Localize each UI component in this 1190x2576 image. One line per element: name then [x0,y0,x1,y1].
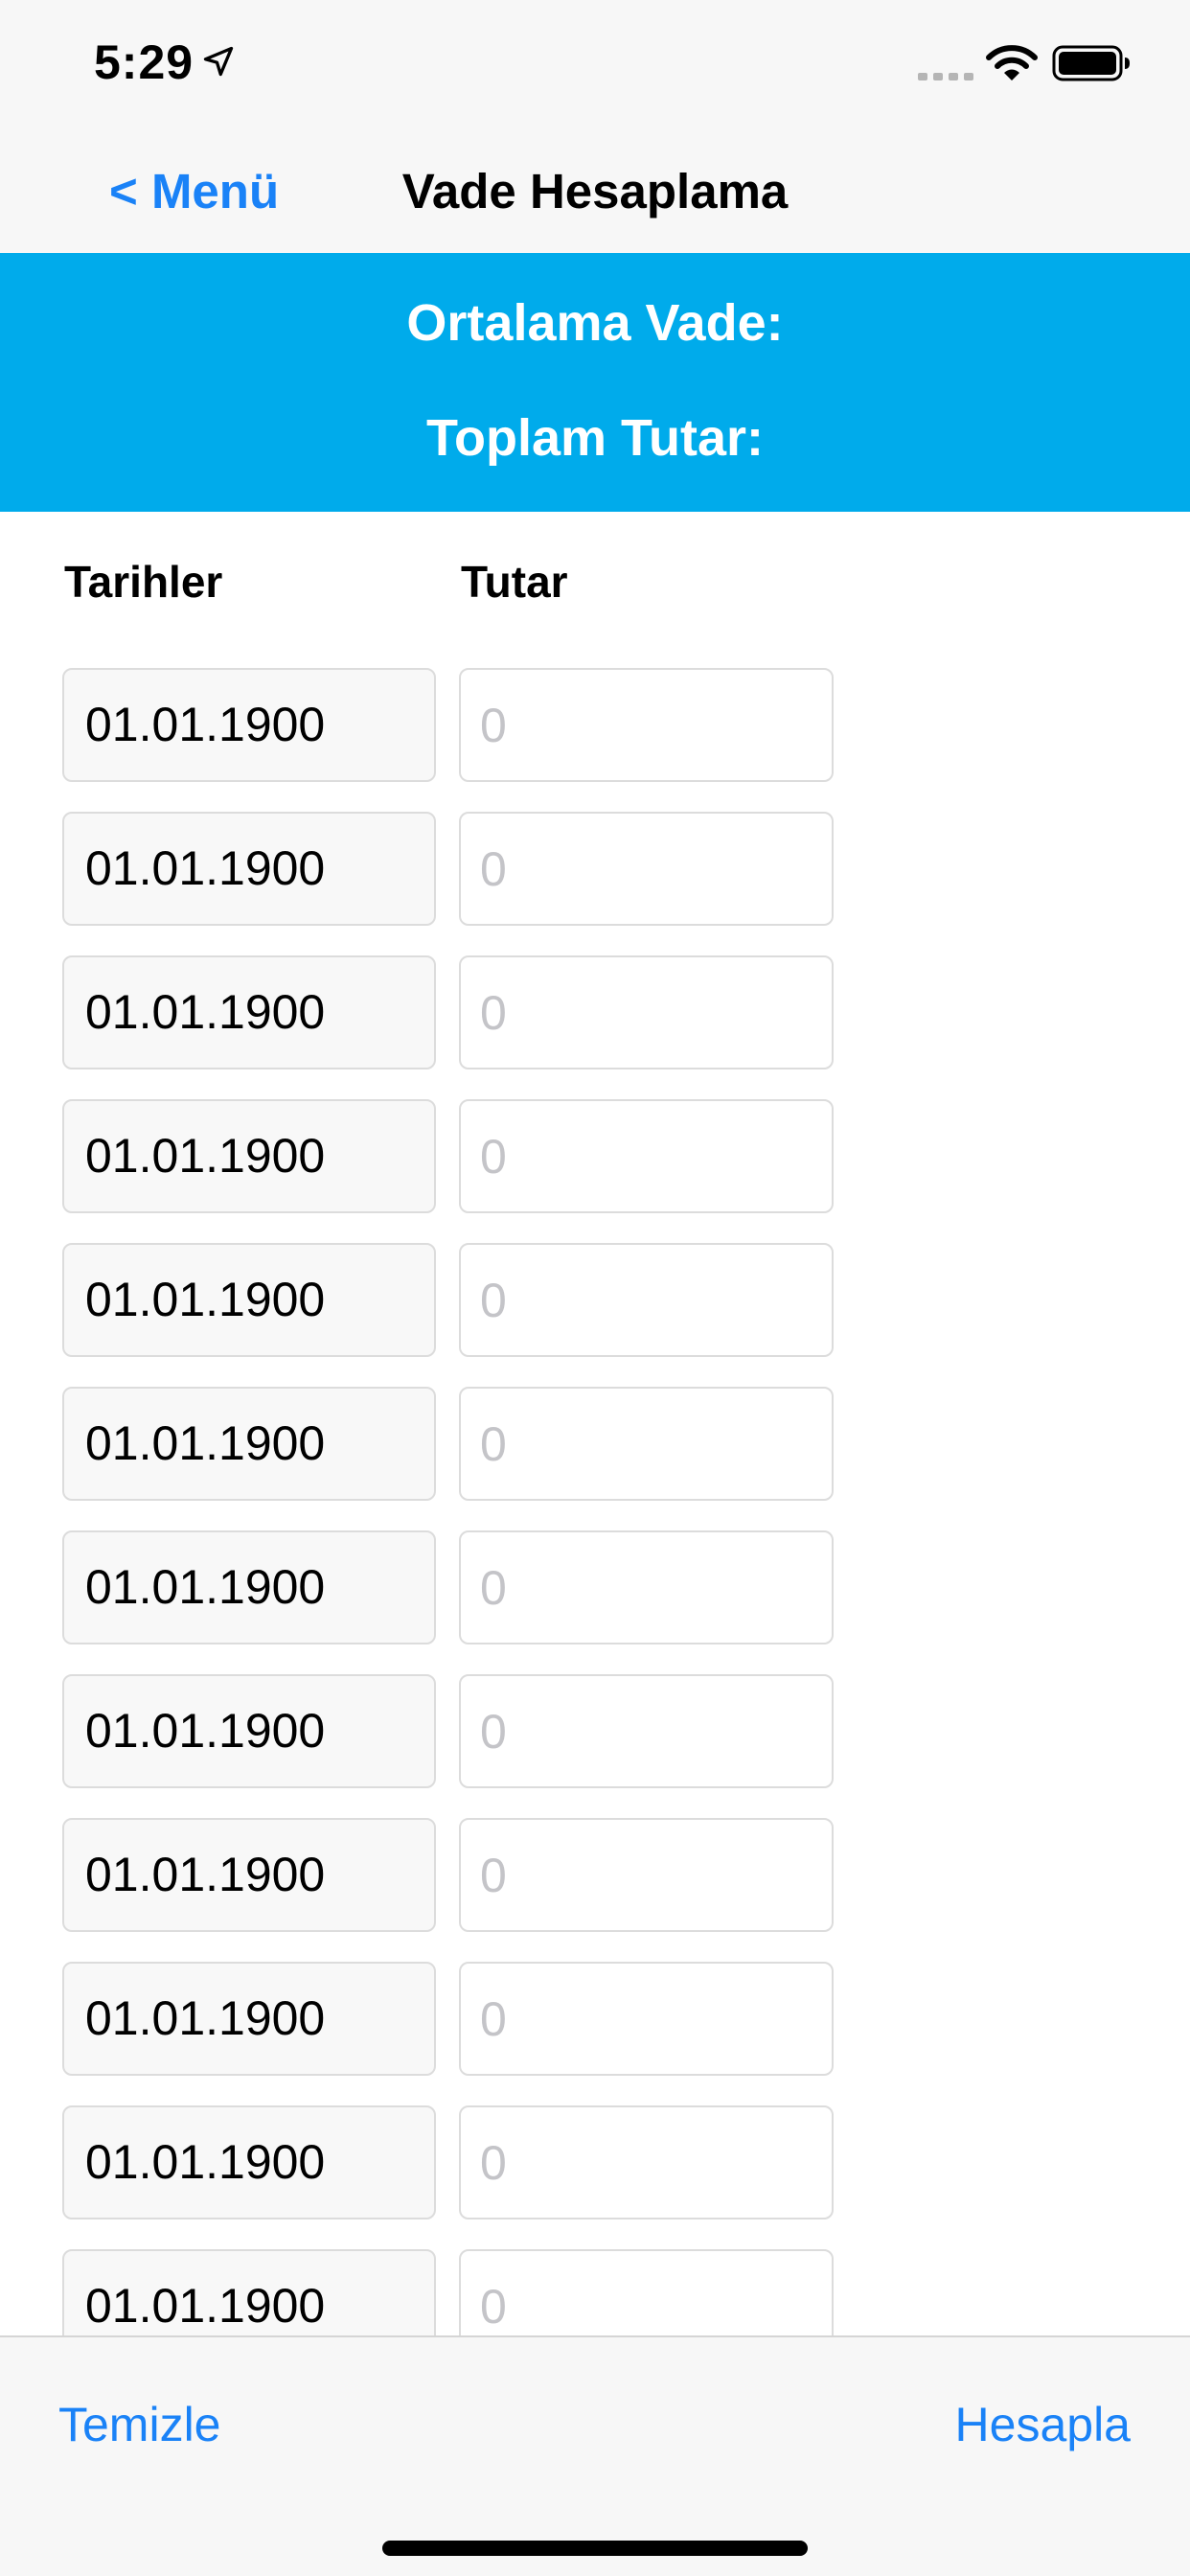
amount-input[interactable] [459,955,834,1070]
entry-row: 01.01.1900 [0,1530,1190,1646]
amount-input[interactable] [459,668,834,782]
date-field[interactable]: 01.01.1900 [62,1099,436,1213]
calculate-button[interactable]: Hesapla [955,2397,1131,2452]
amount-input[interactable] [459,2105,834,2220]
date-field[interactable]: 01.01.1900 [62,2105,436,2220]
entry-row: 01.01.1900 [0,1243,1190,1359]
home-indicator[interactable] [382,2541,808,2556]
clear-button[interactable]: Temizle [58,2397,220,2452]
dates-column-header: Tarihler [64,557,223,607]
date-field[interactable]: 01.01.1900 [62,1962,436,2076]
wifi-icon [986,45,1038,80]
battery-icon [1052,45,1130,81]
date-field[interactable]: 01.01.1900 [62,1243,436,1357]
entry-row: 01.01.1900 [0,812,1190,928]
summary-banner: Ortalama Vade: Toplam Tutar: [0,253,1190,512]
average-maturity-label: Ortalama Vade: [406,294,784,352]
amount-input[interactable] [459,1818,834,1932]
cellular-signal-icon [918,73,973,80]
location-arrow-icon [203,46,234,77]
amount-column-header: Tutar [461,557,568,607]
total-amount-label: Toplam Tutar: [426,409,764,467]
date-field[interactable]: 01.01.1900 [62,1818,436,1932]
entry-row: 01.01.1900 [0,2105,1190,2221]
entry-row: 01.01.1900 [0,1818,1190,1934]
amount-input[interactable] [459,1962,834,2076]
navigation-bar: < Menü Vade Hesaplama [0,126,1190,253]
status-time: 5:29 [94,35,195,89]
entry-row: 01.01.1900 [0,955,1190,1071]
amount-input[interactable] [459,1243,834,1357]
entry-row: 01.01.1900 [0,668,1190,784]
amount-input[interactable] [459,1099,834,1213]
date-field[interactable]: 01.01.1900 [62,1674,436,1788]
date-field[interactable]: 01.01.1900 [62,955,436,1070]
page-title: Vade Hesaplama [401,164,789,218]
date-field[interactable]: 01.01.1900 [62,668,436,782]
amount-input[interactable] [459,1530,834,1644]
bottom-toolbar: Temizle Hesapla [0,2335,1190,2576]
entry-row: 01.01.1900 [0,1674,1190,1790]
entry-row: 01.01.1900 [0,1387,1190,1503]
date-field[interactable]: 01.01.1900 [62,1530,436,1644]
status-bar: 5:29 [0,0,1190,126]
entry-row: 01.01.1900 [0,1099,1190,1215]
date-field[interactable]: 01.01.1900 [62,1387,436,1501]
amount-input[interactable] [459,1387,834,1501]
amount-input[interactable] [459,1674,834,1788]
entry-row: 01.01.1900 [0,1962,1190,2078]
date-field[interactable]: 01.01.1900 [62,812,436,926]
amount-input[interactable] [459,812,834,926]
